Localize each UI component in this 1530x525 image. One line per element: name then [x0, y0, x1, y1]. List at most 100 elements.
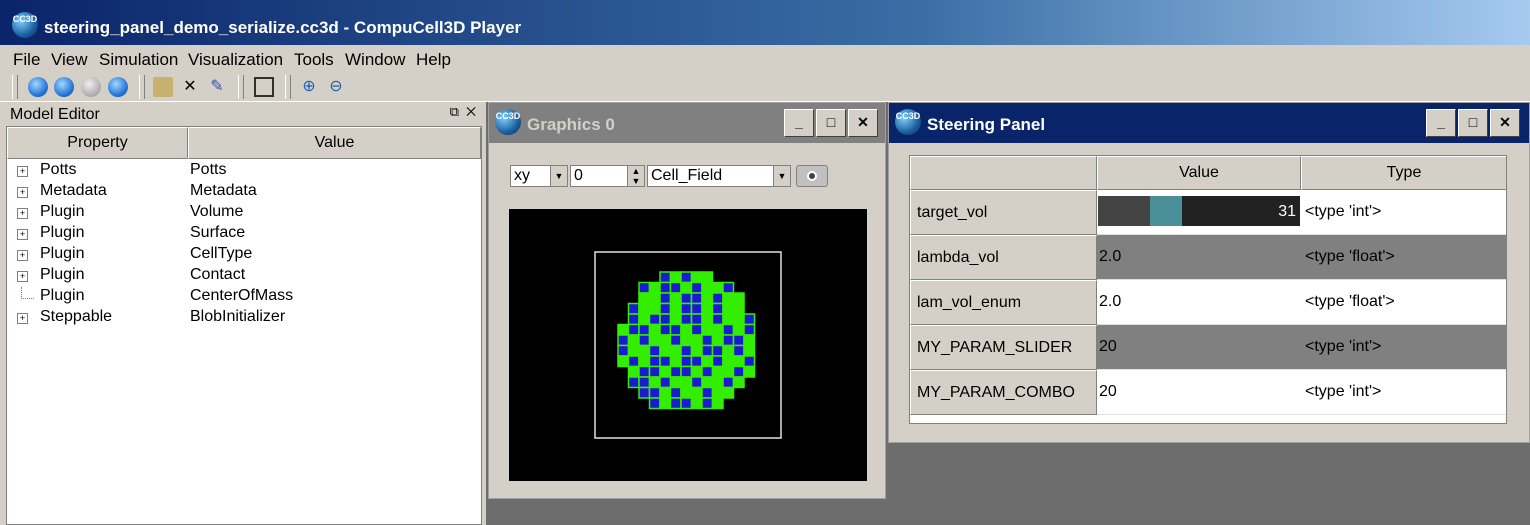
cell — [711, 323, 724, 336]
new-window-icon[interactable] — [254, 77, 274, 97]
slider-handle[interactable] — [1150, 196, 1182, 226]
menu-file[interactable]: File — [13, 50, 40, 70]
cell — [722, 365, 735, 378]
param-value[interactable]: 2.0 — [1097, 280, 1301, 325]
tree-row[interactable]: + Plugin Volume — [7, 203, 481, 224]
position-spinbox[interactable]: 0 ▲ ▼ — [570, 165, 645, 187]
property-cell: Plugin — [40, 203, 85, 220]
cell — [617, 334, 630, 347]
cell — [638, 355, 651, 368]
tree-row[interactable]: Plugin CenterOfMass — [7, 287, 481, 308]
cell — [659, 386, 672, 399]
slider-track[interactable]: 31 — [1098, 196, 1300, 226]
cell — [680, 397, 693, 410]
steering-title-bar: CC3D Steering Panel _ □ ✕ — [889, 103, 1529, 143]
play-icon[interactable] — [28, 77, 48, 97]
cell — [743, 344, 756, 357]
tree-row[interactable]: + Plugin Contact — [7, 266, 481, 287]
toolbar-grip — [139, 75, 145, 99]
cell — [627, 376, 640, 389]
stop-icon[interactable] — [108, 77, 128, 97]
tree-row[interactable]: + Metadata Metadata — [7, 182, 481, 203]
chevron-down-icon: ▼ — [773, 166, 790, 186]
cell — [722, 302, 735, 315]
pause-icon[interactable] — [81, 77, 101, 97]
close-icon[interactable]: ✕ — [466, 104, 476, 119]
cell — [680, 344, 693, 357]
cell — [669, 386, 682, 399]
expand-icon[interactable]: + — [17, 166, 28, 177]
param-value[interactable]: 20 — [1097, 370, 1301, 415]
expand-icon[interactable]: + — [17, 250, 28, 261]
menu-visualization[interactable]: Visualization — [188, 50, 283, 70]
plane-select[interactable]: xy ▼ — [510, 165, 568, 187]
cell — [701, 344, 714, 357]
field-select[interactable]: Cell_Field ▼ — [647, 165, 791, 187]
close-button[interactable]: ✕ — [1490, 109, 1520, 137]
expand-icon[interactable]: + — [17, 271, 28, 282]
expand-icon[interactable]: + — [17, 187, 28, 198]
cell — [659, 344, 672, 357]
expand-icon[interactable]: + — [17, 208, 28, 219]
cell — [711, 281, 724, 294]
tree-row[interactable]: + Plugin CellType — [7, 245, 481, 266]
cell — [701, 323, 714, 336]
cell — [722, 355, 735, 368]
tree-line — [21, 287, 34, 299]
param-type: <type 'int'> — [1301, 190, 1506, 235]
minimize-button[interactable]: _ — [784, 109, 814, 137]
cell — [648, 313, 661, 326]
cell — [648, 302, 661, 315]
cell — [638, 313, 651, 326]
graphics-canvas[interactable] — [509, 209, 867, 481]
cell — [648, 323, 661, 336]
cell — [711, 365, 724, 378]
tree-row[interactable]: + Steppable BlobInitializer — [7, 308, 481, 329]
tree-row[interactable]: + Plugin Surface — [7, 224, 481, 245]
menu-view[interactable]: View — [51, 50, 88, 70]
menu-help[interactable]: Help — [416, 50, 451, 70]
step-icon[interactable] — [54, 77, 74, 97]
column-header-property[interactable]: Property — [7, 127, 188, 159]
cell — [680, 376, 693, 389]
cell — [659, 334, 672, 347]
maximize-button[interactable]: □ — [816, 109, 846, 137]
cell — [690, 365, 703, 378]
zoom-out-icon[interactable]: ⊖ — [326, 77, 346, 97]
cell — [743, 355, 756, 368]
close-button[interactable]: ✕ — [848, 109, 878, 137]
open-folder-icon[interactable] — [153, 77, 173, 97]
cell — [722, 334, 735, 347]
param-value[interactable]: 2.0 — [1097, 235, 1301, 280]
cell — [711, 334, 724, 347]
slider-fill — [1098, 196, 1150, 226]
cell — [722, 292, 735, 305]
menu-window[interactable]: Window — [345, 50, 405, 70]
expand-icon[interactable]: + — [17, 229, 28, 240]
edit-icon[interactable]: ✎ — [207, 77, 227, 97]
param-slider[interactable]: 31 — [1097, 190, 1301, 235]
cell — [732, 302, 745, 315]
cell — [743, 313, 756, 326]
cell — [690, 281, 703, 294]
menu-tools[interactable]: Tools — [294, 50, 334, 70]
expand-icon[interactable]: + — [17, 313, 28, 324]
minimize-button[interactable]: _ — [1426, 109, 1456, 137]
menu-simulation[interactable]: Simulation — [99, 50, 178, 70]
cell — [627, 313, 640, 326]
zoom-in-icon[interactable]: ⊕ — [299, 77, 319, 97]
cell — [638, 344, 651, 357]
column-header-value[interactable]: Value — [1097, 156, 1301, 190]
maximize-button[interactable]: □ — [1458, 109, 1488, 137]
cell — [680, 281, 693, 294]
param-value[interactable]: 20 — [1097, 325, 1301, 370]
cell — [701, 376, 714, 389]
tools-icon[interactable]: ✕ — [180, 77, 200, 97]
screenshot-camera-icon[interactable] — [796, 165, 828, 187]
column-header-type[interactable]: Type — [1301, 156, 1506, 190]
cell — [690, 355, 703, 368]
float-icon[interactable]: ⧉ — [450, 104, 459, 119]
tree-row[interactable]: + Potts Potts — [7, 161, 481, 182]
column-header-value[interactable]: Value — [188, 127, 481, 159]
param-name: lam_vol_enum — [910, 280, 1097, 325]
